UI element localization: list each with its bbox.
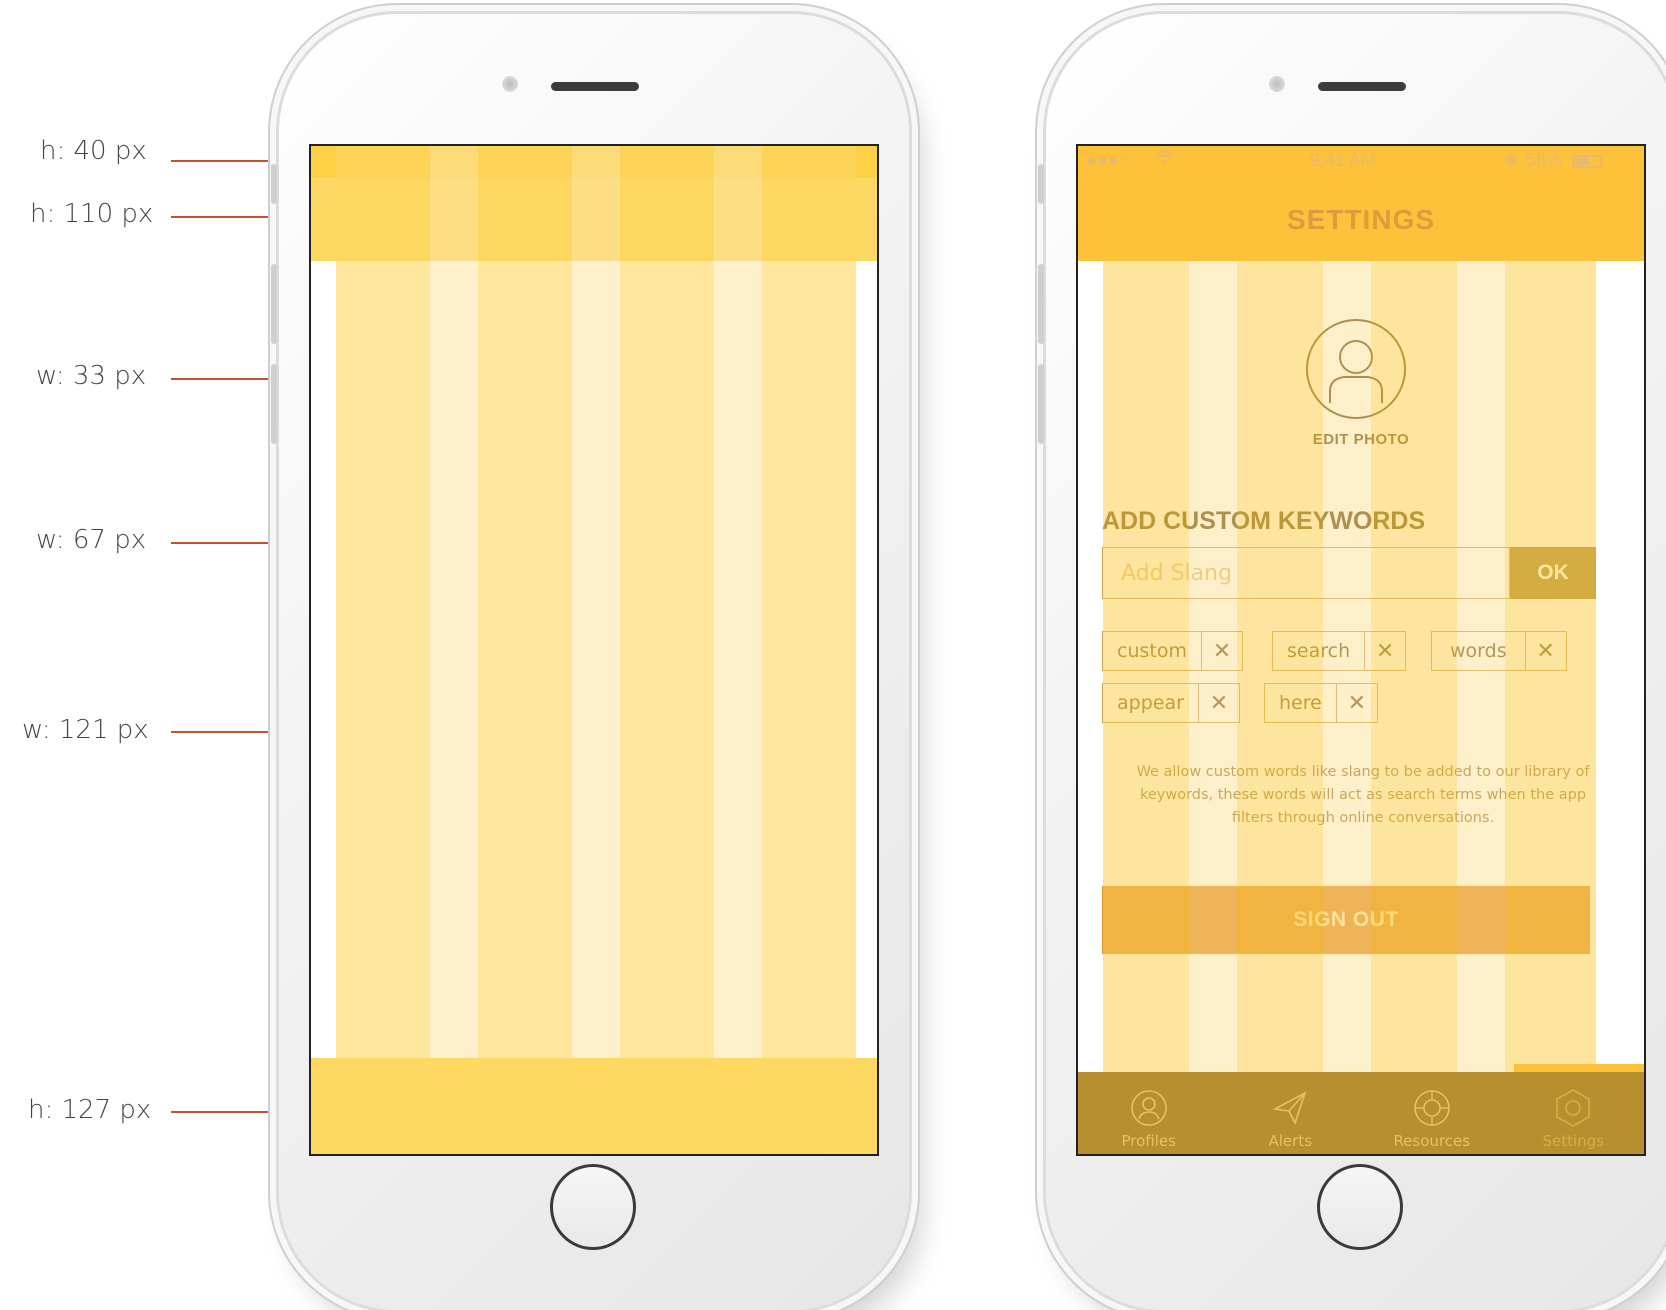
- keyword-tag: here ✕: [1264, 683, 1378, 723]
- grid-footer-area: [311, 1058, 877, 1154]
- tab-resources[interactable]: Resources: [1361, 1072, 1503, 1154]
- active-tab-indicator: [1514, 1064, 1644, 1072]
- tab-label: Alerts: [1268, 1132, 1313, 1150]
- edit-photo-link[interactable]: EDIT PHOTO: [1078, 431, 1644, 448]
- profile-photo[interactable]: [1306, 319, 1406, 419]
- add-slang-input[interactable]: Add Slang: [1102, 547, 1510, 599]
- grid-gutter: [714, 146, 762, 1154]
- front-camera: [502, 76, 518, 92]
- grid-column: [336, 146, 430, 1154]
- tab-label: Resources: [1393, 1132, 1471, 1150]
- tab-profiles[interactable]: Profiles: [1078, 1072, 1220, 1154]
- tab-bar: Profiles Alerts Resources Settings: [1078, 1072, 1644, 1154]
- phone-volume-down: [271, 364, 277, 444]
- clock: 9:41 AM: [1310, 150, 1377, 170]
- annotation-label: h: 40 px: [40, 136, 147, 166]
- close-icon[interactable]: ✕: [1335, 684, 1377, 722]
- annotation-label: h: 110 px: [30, 199, 154, 229]
- grid-columns: [311, 146, 877, 1154]
- phone-volume-up: [1038, 264, 1044, 344]
- grid-screen: [309, 144, 879, 1156]
- battery-icon: [1572, 155, 1602, 168]
- settings-screen: ●●●○○ 9:41 AM ✱ 58% SETTINGS EDIT PHOTO …: [1076, 144, 1646, 1156]
- page-title: SETTINGS: [1286, 203, 1435, 235]
- close-icon[interactable]: ✕: [1524, 632, 1566, 670]
- annotation-label: w: 67 px: [36, 525, 147, 555]
- speaker-grille: [1318, 82, 1406, 91]
- keyword-tag-label: search: [1287, 640, 1351, 662]
- paper-plane-icon: [1270, 1088, 1310, 1128]
- phone-mute-switch: [271, 164, 277, 204]
- keyword-tag-label: appear: [1117, 692, 1184, 714]
- phone-volume-up: [271, 264, 277, 344]
- grid-gutter: [430, 146, 478, 1154]
- lifebuoy-icon: [1412, 1088, 1452, 1128]
- annotation-label: h: 127 px: [28, 1095, 152, 1125]
- keywords-description: We allow custom words like slang to be a…: [1136, 764, 1590, 826]
- close-icon[interactable]: ✕: [1197, 684, 1239, 722]
- grid-header-area: [311, 178, 877, 261]
- nav-header: SETTINGS: [1078, 178, 1644, 261]
- signal-strength: ●●●○○: [1086, 150, 1141, 170]
- grid-column: [762, 146, 856, 1154]
- ok-button[interactable]: OK: [1510, 547, 1596, 599]
- front-camera: [1269, 76, 1285, 92]
- battery-percent: 58%: [1526, 150, 1563, 170]
- home-button[interactable]: [1317, 1164, 1403, 1250]
- phone-mute-switch: [1038, 164, 1044, 204]
- profile-icon: [1129, 1088, 1169, 1128]
- sign-out-button[interactable]: SIGN OUT: [1102, 886, 1590, 954]
- home-button[interactable]: [550, 1164, 636, 1250]
- keyword-tag: words ✕: [1431, 631, 1567, 671]
- tab-settings[interactable]: Settings: [1503, 1072, 1645, 1154]
- user-icon: [1329, 340, 1383, 403]
- bluetooth-icon: ✱: [1504, 152, 1518, 169]
- tab-label: Profiles: [1121, 1132, 1176, 1150]
- grid-gutter: [572, 146, 620, 1154]
- keyword-tag-label: custom: [1117, 640, 1187, 662]
- keyword-tag: search ✕: [1272, 631, 1407, 671]
- keyword-tag: custom ✕: [1102, 631, 1243, 671]
- close-icon[interactable]: ✕: [1364, 632, 1405, 670]
- wifi-icon: [1156, 150, 1174, 169]
- hexagon-settings-icon: [1553, 1088, 1593, 1128]
- section-title: ADD CUSTOM KEYWORDS: [1102, 507, 1426, 535]
- tab-alerts[interactable]: Alerts: [1220, 1072, 1362, 1154]
- tab-label: Settings: [1542, 1132, 1605, 1150]
- phone-settings-mockup: ●●●○○ 9:41 AM ✱ 58% SETTINGS EDIT PHOTO …: [1038, 14, 1666, 1310]
- annotation-label: w: 33 px: [36, 361, 147, 391]
- grid-column: [478, 146, 572, 1154]
- grid-column: [620, 146, 714, 1154]
- phone-volume-down: [1038, 364, 1044, 444]
- keyword-tag-label: here: [1279, 692, 1322, 714]
- phone-grid-template: [271, 14, 909, 1310]
- settings-body: EDIT PHOTO ADD CUSTOM KEYWORDS Add Slang…: [1078, 261, 1644, 1031]
- status-bar: ●●●○○ 9:41 AM ✱ 58%: [1078, 146, 1644, 178]
- keyword-tag: appear ✕: [1102, 683, 1240, 723]
- keyword-tag-label: words: [1450, 640, 1507, 662]
- close-icon[interactable]: ✕: [1200, 632, 1242, 670]
- annotation-label: w: 121 px: [22, 715, 149, 745]
- speaker-grille: [551, 82, 639, 91]
- grid-status-bar-area: [311, 146, 877, 178]
